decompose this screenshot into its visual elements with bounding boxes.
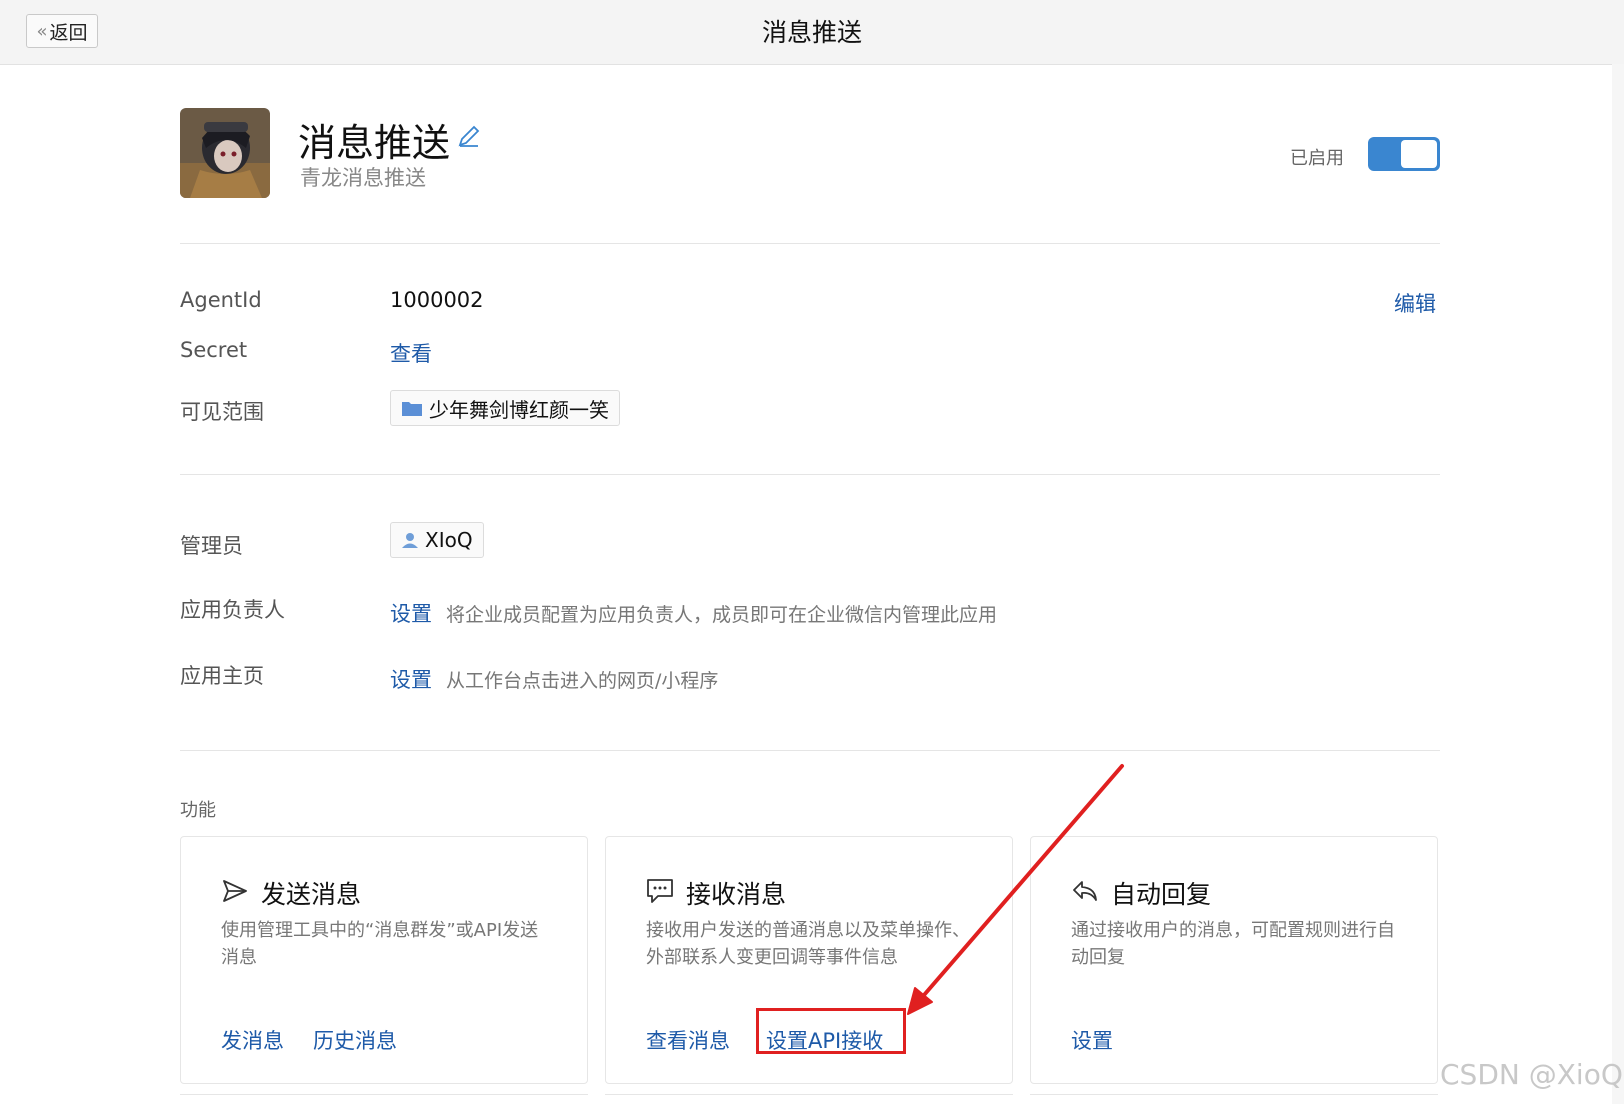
app-avatar (180, 108, 270, 198)
owner-hint: 将企业成员配置为应用负责人，成员即可在企业微信内管理此应用 (446, 604, 998, 626)
double-chevron-left-icon: « (36, 20, 48, 42)
back-button[interactable]: « 返回 (26, 14, 98, 48)
next-card-edge (180, 1094, 588, 1105)
next-card-edge (605, 1094, 1013, 1105)
card-title: 接收消息 (686, 880, 787, 909)
visibility-tag[interactable]: 少年舞剑博红颜一笑 (390, 390, 620, 426)
watermark: CSDN @XioQ (1440, 1058, 1623, 1091)
divider (180, 243, 1440, 244)
secret-view-link[interactable]: 查看 (390, 338, 432, 368)
card-description: 使用管理工具中的“消息群发”或API发送消息 (221, 920, 539, 968)
card-description: 通过接收用户的消息，可配置规则进行自动回复 (1071, 920, 1395, 968)
scrollbar[interactable] (1612, 64, 1624, 1104)
toggle-knob (1401, 140, 1437, 168)
folder-icon (402, 402, 422, 416)
secret-label: Secret (180, 338, 248, 362)
admin-value: XIoQ (425, 528, 473, 552)
card-description: 接收用户发送的普通消息以及菜单操作、外部联系人变更回调等事件信息 (646, 920, 970, 968)
app-description: 青龙消息推送 (300, 166, 426, 190)
card-title: 自动回复 (1111, 880, 1212, 909)
enable-toggle[interactable] (1368, 137, 1440, 171)
page-title: 消息推送 (761, 18, 862, 47)
homepage-set-link[interactable]: 设置 (390, 668, 432, 692)
card-title: 发送消息 (261, 880, 362, 909)
homepage-label: 应用主页 (180, 664, 264, 688)
visibility-value: 少年舞剑博红颜一笑 (429, 397, 609, 422)
owner-row: 设置 将企业成员配置为应用负责人，成员即可在企业微信内管理此应用 (390, 598, 997, 628)
next-card-edge (1030, 1094, 1438, 1105)
visibility-label: 可见范围 (180, 400, 264, 424)
pencil-icon[interactable] (457, 124, 481, 148)
homepage-row: 设置 从工作台点击进入的网页/小程序 (390, 664, 718, 694)
auto-reply-set-link[interactable]: 设置 (1071, 1025, 1113, 1055)
divider (180, 474, 1440, 475)
agentid-value: 1000002 (390, 288, 484, 312)
admin-label: 管理员 (180, 534, 243, 558)
top-bar: 消息推送 « 返回 (0, 0, 1624, 65)
back-button-label: 返回 (49, 21, 88, 44)
view-messages-link[interactable]: 查看消息 (646, 1025, 730, 1055)
chat-bubble-icon (647, 879, 673, 903)
history-messages-link[interactable]: 历史消息 (313, 1025, 397, 1055)
edit-link[interactable]: 编辑 (1394, 288, 1436, 318)
send-message-card: 发送消息 使用管理工具中的“消息群发”或API发送消息 发消息 历史消息 (180, 836, 588, 1084)
user-icon (402, 533, 418, 548)
send-icon (223, 880, 247, 902)
homepage-hint: 从工作台点击进入的网页/小程序 (446, 670, 719, 692)
highlight-box (756, 1008, 906, 1054)
agentid-label: AgentId (180, 288, 262, 312)
admin-tag[interactable]: XIoQ (390, 522, 484, 558)
enabled-status-label: 已启用 (1290, 148, 1344, 169)
divider (180, 750, 1440, 751)
owner-label: 应用负责人 (180, 598, 285, 622)
send-message-link[interactable]: 发消息 (221, 1025, 284, 1055)
features-section-title: 功能 (180, 800, 216, 821)
auto-reply-card: 自动回复 通过接收用户的消息，可配置规则进行自动回复 设置 (1030, 836, 1438, 1084)
app-name: 消息推送 (298, 121, 451, 165)
reply-icon (1073, 881, 1097, 901)
owner-set-link[interactable]: 设置 (390, 602, 432, 626)
